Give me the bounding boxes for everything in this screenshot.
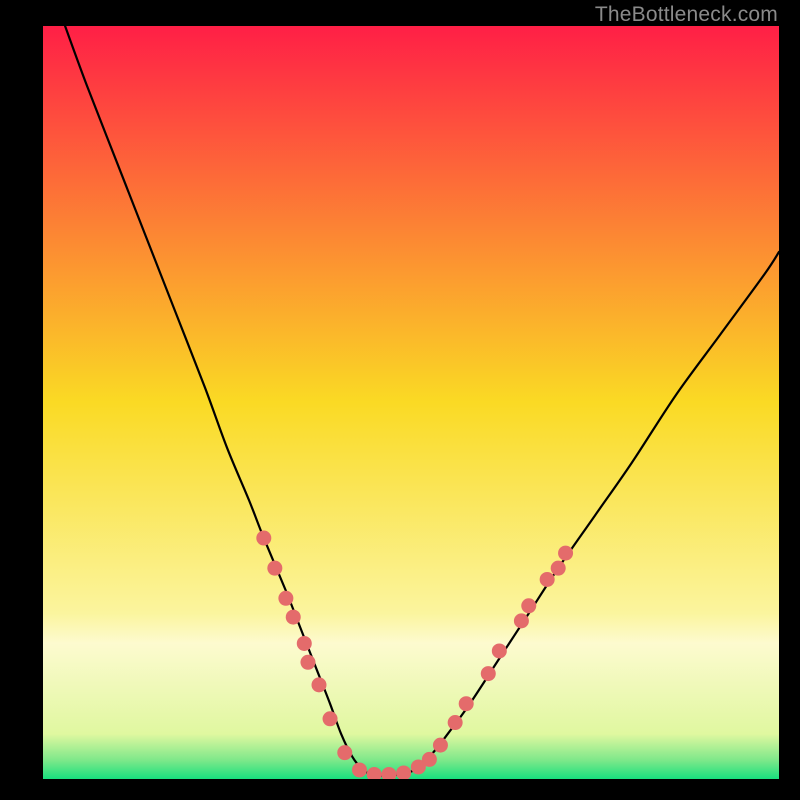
- highlight-dot: [514, 613, 529, 628]
- highlight-dot: [312, 677, 327, 692]
- highlight-dot: [521, 598, 536, 613]
- highlight-dot: [352, 762, 367, 777]
- plot-svg: [43, 26, 779, 779]
- highlight-dot: [551, 561, 566, 576]
- highlight-dot: [297, 636, 312, 651]
- plot-area: [43, 26, 779, 779]
- highlight-dot: [300, 655, 315, 670]
- highlight-dot: [256, 531, 271, 546]
- highlight-dot: [459, 696, 474, 711]
- highlight-dot: [337, 745, 352, 760]
- highlight-dot: [267, 561, 282, 576]
- highlight-dot: [481, 666, 496, 681]
- highlight-dot: [492, 643, 507, 658]
- highlight-dot: [540, 572, 555, 587]
- highlight-dot: [278, 591, 293, 606]
- highlight-dot: [323, 711, 338, 726]
- highlight-dot: [286, 610, 301, 625]
- source-watermark: TheBottleneck.com: [595, 3, 778, 27]
- gradient-background: [43, 26, 779, 779]
- chart-frame: TheBottleneck.com: [0, 0, 800, 800]
- highlight-dot: [433, 738, 448, 753]
- highlight-dot: [422, 752, 437, 767]
- highlight-dot: [558, 546, 573, 561]
- highlight-dot: [448, 715, 463, 730]
